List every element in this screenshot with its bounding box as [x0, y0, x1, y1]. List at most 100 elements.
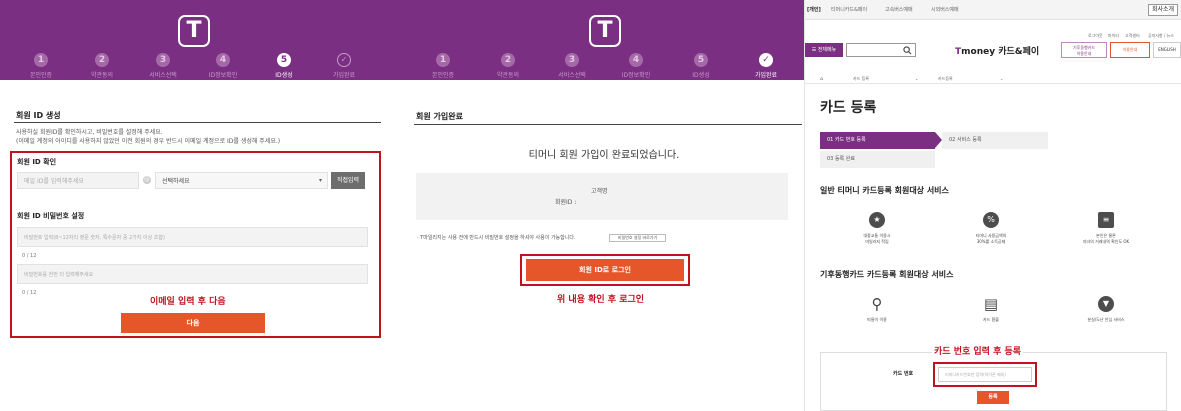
card-number-label: 카드 번호 [893, 371, 914, 377]
step-number: 3 [156, 53, 170, 67]
step-service-register: 02 서비스 등록 [942, 132, 1048, 149]
service-line-1: 분실/도난 안심 서비스 [1087, 317, 1125, 322]
signup-header: T 1 본인인증 2 약관동의 3 서비스선택 4 ID정보확인 5 ID생성 ✓ 가입완료 [404, 0, 804, 80]
next-button[interactable]: 다음 [121, 313, 265, 333]
page-title: 회원 가입완료 [416, 112, 463, 121]
chevron-down-icon: ▾ [318, 177, 322, 184]
brand-text: money 카드&페이 [961, 47, 1040, 57]
topbar-link-card-pay[interactable]: 티머니카드&페이 [831, 6, 867, 13]
email-id-input[interactable]: 메일 ID를 입력해주세요 [17, 172, 139, 189]
description-line-2: (이메일 계정의 아이디를 사용하지 않았던 이전 회원의 경우 반드시 이메일… [16, 138, 281, 145]
step-label: ID생성 [692, 72, 710, 79]
login-with-id-button[interactable]: 회원 ID로 로그인 [526, 259, 684, 281]
step-label: ID정보확인 [208, 72, 238, 79]
password-input[interactable]: 비밀번호 입력(8~12자리 영문 숫자, 특수문자 중 2가지 이상 조합) [17, 227, 368, 247]
pill-line-2: 이용안내 [1076, 51, 1092, 56]
step-complete: ✓ 가입완료 [319, 53, 369, 79]
service-line-2: 30%를 소득공제 [976, 239, 1006, 244]
step-card-number: 01 카드 번호 등록 [820, 132, 935, 149]
star-icon: ★ [869, 212, 885, 228]
chevron-down-icon: ⌄ [915, 76, 919, 81]
register-button[interactable]: 등록 [977, 391, 1009, 404]
notice-news-link[interactable]: 공지사항 / 뉴스 [1148, 33, 1174, 39]
service-line-1: 따릉이 이용 [867, 317, 887, 322]
completion-headline: 티머니 회원 가입이 완료되었습니다. [528, 150, 680, 161]
annotation-email-next: 이메일 입력 후 다음 [150, 297, 226, 307]
password-char-count: 0 / 12 [22, 253, 37, 259]
topbar-link-express-bus[interactable]: 고속버스예매 [885, 6, 913, 13]
step-5-current: 5 ID생성 [259, 53, 309, 79]
climate-service-title: 기후동행카드 카드등록 회원대상 서비스 [820, 270, 954, 279]
password-setting-link[interactable]: 비밀번호 설정 바로가기 [609, 234, 666, 242]
member-info-box: 고객명 회원ID : [416, 173, 788, 220]
email-domain-select[interactable]: 선택하세요 ▾ [155, 172, 328, 189]
full-menu-button[interactable]: ☰ 전체메뉴 [805, 43, 843, 57]
step-register-complete: 03 등록 완료 [820, 151, 935, 168]
description-line-1: 사용하실 회원ID를 확인하시고, 비밀번호를 설정해 주세요. [16, 129, 163, 136]
card-number-input[interactable]: 티머니카드번호만 입력(하이픈 제외) [938, 367, 1032, 382]
id-check-label: 회원 ID 확인 [17, 158, 57, 166]
company-info-button[interactable]: 회사소개 [1148, 4, 1178, 16]
password-confirm-char-count: 0 / 12 [22, 290, 37, 296]
step-number: 1 [34, 53, 48, 67]
breadcrumb-card-register-sub[interactable]: 카드등록 [938, 76, 953, 82]
search-icon[interactable] [903, 46, 912, 55]
signup-complete-panel: T 1 본인인증 2 약관동의 3 서비스선택 4 ID정보확인 5 ID생성 ✓ 가입완료… [404, 0, 804, 411]
customer-name-label: 고객명 [591, 188, 608, 195]
page-title: 카드 등록 [820, 100, 877, 116]
step-label: 약관동의 [90, 72, 114, 79]
step-4: 4 ID정보확인 [198, 53, 248, 79]
tmoney-logo: T [589, 15, 621, 47]
id-creation-panel: T 1 본인인증 2 약관동의 3 서비스선택 4 ID정보확인 5 ID생성 ✓ 가입완료… [0, 0, 404, 411]
logout-link[interactable]: 로그아웃 [1088, 33, 1103, 39]
direct-input-button[interactable]: 직접입력 [331, 172, 365, 189]
service-tax-deduction: % 티머니 사용금액의 30%를 소득공제 [936, 212, 1046, 245]
step-2: 2 약관동의 [77, 53, 127, 79]
english-button[interactable]: ENGLISH [1153, 42, 1181, 58]
domain-select-value: 선택하세요 [162, 178, 190, 185]
password-confirm-input[interactable]: 비밀번호를 한번 더 입력해주세요 [17, 264, 368, 284]
step-3: 3 서비스선택 [138, 53, 188, 79]
chevron-down-icon: ⌄ [1000, 76, 1004, 81]
at-sign-icon: @ [143, 176, 151, 184]
search-input[interactable] [846, 43, 916, 57]
step-arrow [935, 132, 942, 148]
step-1: 1 본인인증 [16, 53, 66, 79]
percent-icon: % [983, 212, 999, 228]
service-refund: ▤ 카드 환불 [936, 296, 1046, 323]
step-complete-current: ✓ 가입완료 [741, 53, 791, 79]
customer-center-link[interactable]: 고객센터 [1125, 33, 1140, 39]
step-1: 1 본인인증 [418, 53, 468, 79]
step-number: 1 [436, 53, 450, 67]
step-number: 3 [565, 53, 579, 67]
page-title: 회원 ID 생성 [16, 111, 61, 120]
breadcrumb-card-register[interactable]: 카드 등록 [853, 76, 869, 82]
topbar-link-intercity-bus[interactable]: 시외버스예매 [931, 6, 959, 13]
check-icon: ✓ [337, 53, 351, 67]
step-number: 5 [694, 53, 708, 67]
card-refund-icon: ▤ [983, 295, 999, 313]
climate-card-guide-button[interactable]: 기후동행카드 이용안내 [1061, 42, 1107, 58]
my-tmoney-link[interactable]: 마이티 [1108, 33, 1119, 39]
shield-icon: ▼ [1098, 296, 1114, 312]
service-lost-card: ▼ 분실/도난 안심 서비스 [1051, 296, 1161, 323]
step-2: 2 약관동의 [483, 53, 533, 79]
step-5: 5 ID생성 [676, 53, 726, 79]
usage-guide-button[interactable]: 이용안내 [1110, 42, 1150, 58]
topbar-link-personal[interactable]: [개인] [807, 6, 821, 13]
step-label: 서비스선택 [558, 72, 586, 79]
annotation-confirm-login: 위 내용 확인 후 로그인 [557, 295, 645, 305]
check-icon: ✓ [759, 53, 773, 67]
tmoney-logo: T [178, 15, 210, 47]
card-registration-page: [개인] 티머니카드&페이 고속버스예매 시외버스예매 회사소개 로그아웃 마이… [804, 0, 1181, 411]
step-number: 4 [629, 53, 643, 67]
home-icon[interactable]: ⌂ [820, 76, 823, 82]
step-label: ID정보확인 [621, 72, 651, 79]
step-label: 약관동의 [496, 72, 520, 79]
member-id-label: 회원ID : [555, 199, 577, 206]
annotation-card-register: 카드 번호 입력 후 등록 [932, 344, 1024, 357]
step-3: 3 서비스선택 [547, 53, 597, 79]
service-line-2: 마일리지 적립 [865, 239, 889, 244]
tmoney-brand-logo[interactable]: Tmoney 카드&페이 [955, 44, 1039, 57]
title-divider [414, 124, 802, 125]
